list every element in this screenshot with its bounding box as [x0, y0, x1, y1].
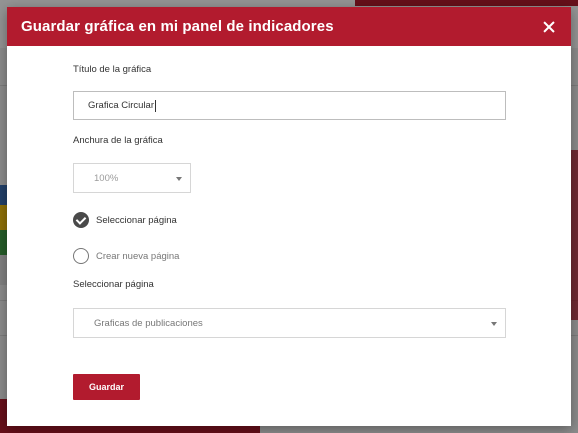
- page-select-value: Graficas de publicaciones: [94, 317, 203, 329]
- save-chart-dialog: Guardar gráfica en mi panel de indicador…: [7, 7, 571, 426]
- save-button[interactable]: Guardar: [73, 374, 140, 400]
- radio-unchecked-icon[interactable]: [73, 248, 89, 264]
- text-cursor: [155, 99, 156, 112]
- chart-width-value: 100%: [94, 172, 119, 184]
- chart-width-label: Anchura de la gráfica: [73, 135, 163, 146]
- chevron-down-icon: [176, 177, 182, 181]
- radio-checked-icon[interactable]: [73, 212, 89, 228]
- radio-new-page[interactable]: Crear nueva página: [73, 248, 179, 264]
- chart-title-label: Título de la gráfica: [73, 64, 152, 75]
- radio-select-page-label: Seleccionar página: [96, 214, 177, 226]
- dialog-header: Guardar gráfica en mi panel de indicador…: [7, 7, 571, 46]
- radio-select-page[interactable]: Seleccionar página: [73, 212, 177, 228]
- page-select[interactable]: Graficas de publicaciones: [73, 308, 506, 338]
- dialog-title: Guardar gráfica en mi panel de indicador…: [21, 18, 334, 35]
- chart-width-select[interactable]: 100%: [73, 163, 191, 193]
- select-page-label: Seleccionar página: [73, 279, 154, 290]
- chart-title-input[interactable]: Grafica Circular: [73, 91, 506, 120]
- close-icon[interactable]: [540, 18, 558, 36]
- radio-new-page-label: Crear nueva página: [96, 250, 180, 262]
- chevron-down-icon: [491, 322, 497, 326]
- chart-title-value: Grafica Circular: [88, 100, 154, 111]
